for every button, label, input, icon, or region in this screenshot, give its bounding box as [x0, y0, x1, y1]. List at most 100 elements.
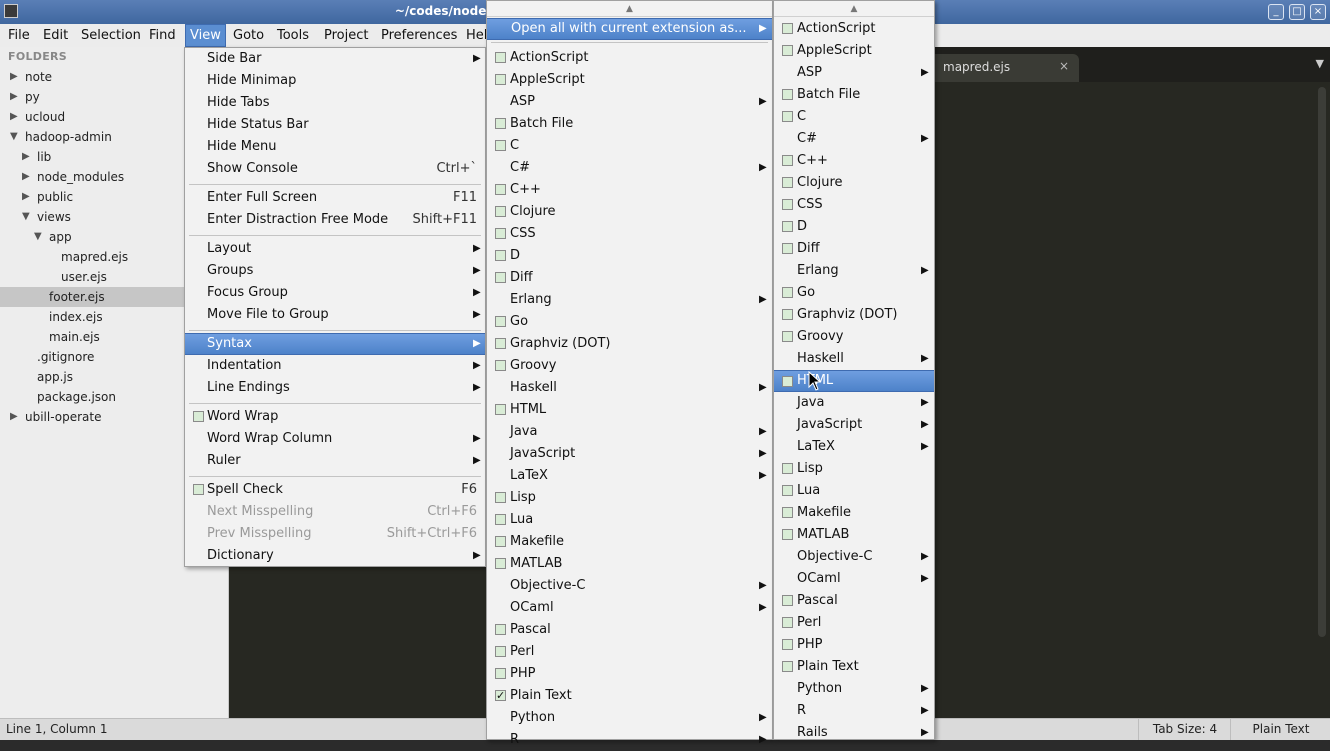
- checkbox-icon[interactable]: [782, 485, 793, 496]
- syntax-item-c-[interactable]: C++: [774, 150, 934, 172]
- triangle-right-icon[interactable]: ▶: [22, 187, 30, 207]
- syntax-item-perl[interactable]: Perl: [487, 641, 772, 663]
- checkbox-icon[interactable]: [495, 536, 506, 547]
- syntax-item-haskell[interactable]: Haskell ▶: [774, 348, 934, 370]
- syntax-item-d[interactable]: D: [487, 245, 772, 267]
- syntax-item-matlab[interactable]: MATLAB: [774, 524, 934, 546]
- checkbox-icon[interactable]: [782, 287, 793, 298]
- view-menu-layout[interactable]: Layout ▶: [185, 238, 485, 260]
- checkbox-icon[interactable]: [782, 45, 793, 56]
- view-menu-side-bar[interactable]: Side Bar ▶: [185, 48, 485, 70]
- tab-close-icon[interactable]: ×: [1059, 59, 1069, 73]
- menu-project[interactable]: Project: [320, 24, 372, 47]
- syntax-item-plain-text[interactable]: Plain Text: [774, 656, 934, 678]
- maximize-icon[interactable]: □: [1289, 4, 1305, 20]
- syntax-item-html[interactable]: HTML: [774, 370, 934, 392]
- checkbox-icon[interactable]: [193, 484, 204, 495]
- syntax-item-plain-text[interactable]: ✓ Plain Text: [487, 685, 772, 707]
- triangle-right-icon[interactable]: ▶: [10, 407, 18, 427]
- checkbox-icon[interactable]: [782, 23, 793, 34]
- syntax-item-css[interactable]: CSS: [487, 223, 772, 245]
- view-menu-word-wrap-column[interactable]: Word Wrap Column ▶: [185, 428, 485, 450]
- syntax-item-lua[interactable]: Lua: [487, 509, 772, 531]
- syntax-item-r[interactable]: R ▶: [774, 700, 934, 722]
- syntax-item-groovy[interactable]: Groovy: [487, 355, 772, 377]
- view-menu-hide-status-bar[interactable]: Hide Status Bar: [185, 114, 485, 136]
- syntax-item-batch-file[interactable]: Batch File: [487, 113, 772, 135]
- syntax-item-d[interactable]: D: [774, 216, 934, 238]
- open-all-with-extension-item[interactable]: Open all with current extension as... ▶: [487, 18, 772, 40]
- syntax-item-c-[interactable]: C# ▶: [774, 128, 934, 150]
- syntax-item-perl[interactable]: Perl: [774, 612, 934, 634]
- checkbox-icon[interactable]: [782, 309, 793, 320]
- syntax-item-javascript[interactable]: JavaScript ▶: [487, 443, 772, 465]
- checkbox-icon[interactable]: [782, 617, 793, 628]
- syntax-item-python[interactable]: Python ▶: [774, 678, 934, 700]
- view-menu-syntax[interactable]: Syntax ▶: [185, 333, 485, 355]
- checkbox-icon[interactable]: [782, 376, 793, 387]
- view-menu-show-console[interactable]: Show Console Ctrl+`: [185, 158, 485, 180]
- checkbox-icon[interactable]: [782, 111, 793, 122]
- syntax-item-groovy[interactable]: Groovy: [774, 326, 934, 348]
- view-menu-word-wrap[interactable]: Word Wrap: [185, 406, 485, 428]
- syntax-item-diff[interactable]: Diff: [487, 267, 772, 289]
- menu-preferences[interactable]: Preferences: [377, 24, 461, 47]
- syntax-item-clojure[interactable]: Clojure: [774, 172, 934, 194]
- syntax-item-c-[interactable]: C++: [487, 179, 772, 201]
- syntax-item-ocaml[interactable]: OCaml ▶: [774, 568, 934, 590]
- checkbox-icon[interactable]: [495, 52, 506, 63]
- checkbox-icon[interactable]: [495, 646, 506, 657]
- syntax-item-actionscript[interactable]: ActionScript: [774, 18, 934, 40]
- triangle-down-icon[interactable]: ▼: [34, 227, 42, 247]
- view-menu-dictionary[interactable]: Dictionary ▶: [185, 545, 485, 567]
- checkbox-icon[interactable]: [495, 206, 506, 217]
- menu-tools[interactable]: Tools: [273, 24, 313, 47]
- syntax-item-pascal[interactable]: Pascal: [774, 590, 934, 612]
- view-menu-enter-distraction-free-mode[interactable]: Enter Distraction Free Mode Shift+F11: [185, 209, 485, 231]
- triangle-down-icon[interactable]: ▼: [10, 127, 18, 147]
- syntax-item-actionscript[interactable]: ActionScript: [487, 47, 772, 69]
- view-menu-line-endings[interactable]: Line Endings ▶: [185, 377, 485, 399]
- view-menu-focus-group[interactable]: Focus Group ▶: [185, 282, 485, 304]
- syntax-item-applescript[interactable]: AppleScript: [774, 40, 934, 62]
- syntax-item-makefile[interactable]: Makefile: [487, 531, 772, 553]
- checkbox-icon[interactable]: [782, 529, 793, 540]
- syntax-item-asp[interactable]: ASP ▶: [774, 62, 934, 84]
- scroll-up-icon[interactable]: ▲: [487, 1, 772, 17]
- checkbox-icon[interactable]: [782, 639, 793, 650]
- syntax-item-r[interactable]: R ▶: [487, 729, 772, 751]
- syntax-item-pascal[interactable]: Pascal: [487, 619, 772, 641]
- menu-view[interactable]: View: [185, 24, 226, 47]
- checkbox-icon[interactable]: [495, 404, 506, 415]
- checkbox-icon[interactable]: [495, 624, 506, 635]
- syntax-item-objective-c[interactable]: Objective-C ▶: [487, 575, 772, 597]
- checkbox-icon[interactable]: [782, 89, 793, 100]
- syntax-item-erlang[interactable]: Erlang ▶: [774, 260, 934, 282]
- checkbox-icon[interactable]: [495, 668, 506, 679]
- syntax-item-html[interactable]: HTML: [487, 399, 772, 421]
- checkbox-icon[interactable]: [495, 558, 506, 569]
- checkbox-icon[interactable]: [782, 177, 793, 188]
- syntax-item-latex[interactable]: LaTeX ▶: [487, 465, 772, 487]
- syntax-item-python[interactable]: Python ▶: [487, 707, 772, 729]
- syntax-item-c[interactable]: C: [487, 135, 772, 157]
- checkbox-icon[interactable]: [782, 155, 793, 166]
- menu-goto[interactable]: Goto: [229, 24, 268, 47]
- checkbox-icon[interactable]: [495, 74, 506, 85]
- checkbox-icon[interactable]: [782, 661, 793, 672]
- view-menu-groups[interactable]: Groups ▶: [185, 260, 485, 282]
- checkbox-icon[interactable]: [495, 118, 506, 129]
- syntax-item-latex[interactable]: LaTeX ▶: [774, 436, 934, 458]
- checkbox-icon[interactable]: [495, 360, 506, 371]
- view-menu-hide-minimap[interactable]: Hide Minimap: [185, 70, 485, 92]
- checkbox-icon[interactable]: [495, 316, 506, 327]
- syntax-item-matlab[interactable]: MATLAB: [487, 553, 772, 575]
- view-menu-spell-check[interactable]: Spell Check F6: [185, 479, 485, 501]
- syntax-item-clojure[interactable]: Clojure: [487, 201, 772, 223]
- syntax-item-javascript[interactable]: JavaScript ▶: [774, 414, 934, 436]
- view-menu-indentation[interactable]: Indentation ▶: [185, 355, 485, 377]
- syntax-item-haskell[interactable]: Haskell ▶: [487, 377, 772, 399]
- syntax-item-c[interactable]: C: [774, 106, 934, 128]
- checkbox-icon[interactable]: [782, 221, 793, 232]
- menu-edit[interactable]: Edit: [39, 24, 72, 47]
